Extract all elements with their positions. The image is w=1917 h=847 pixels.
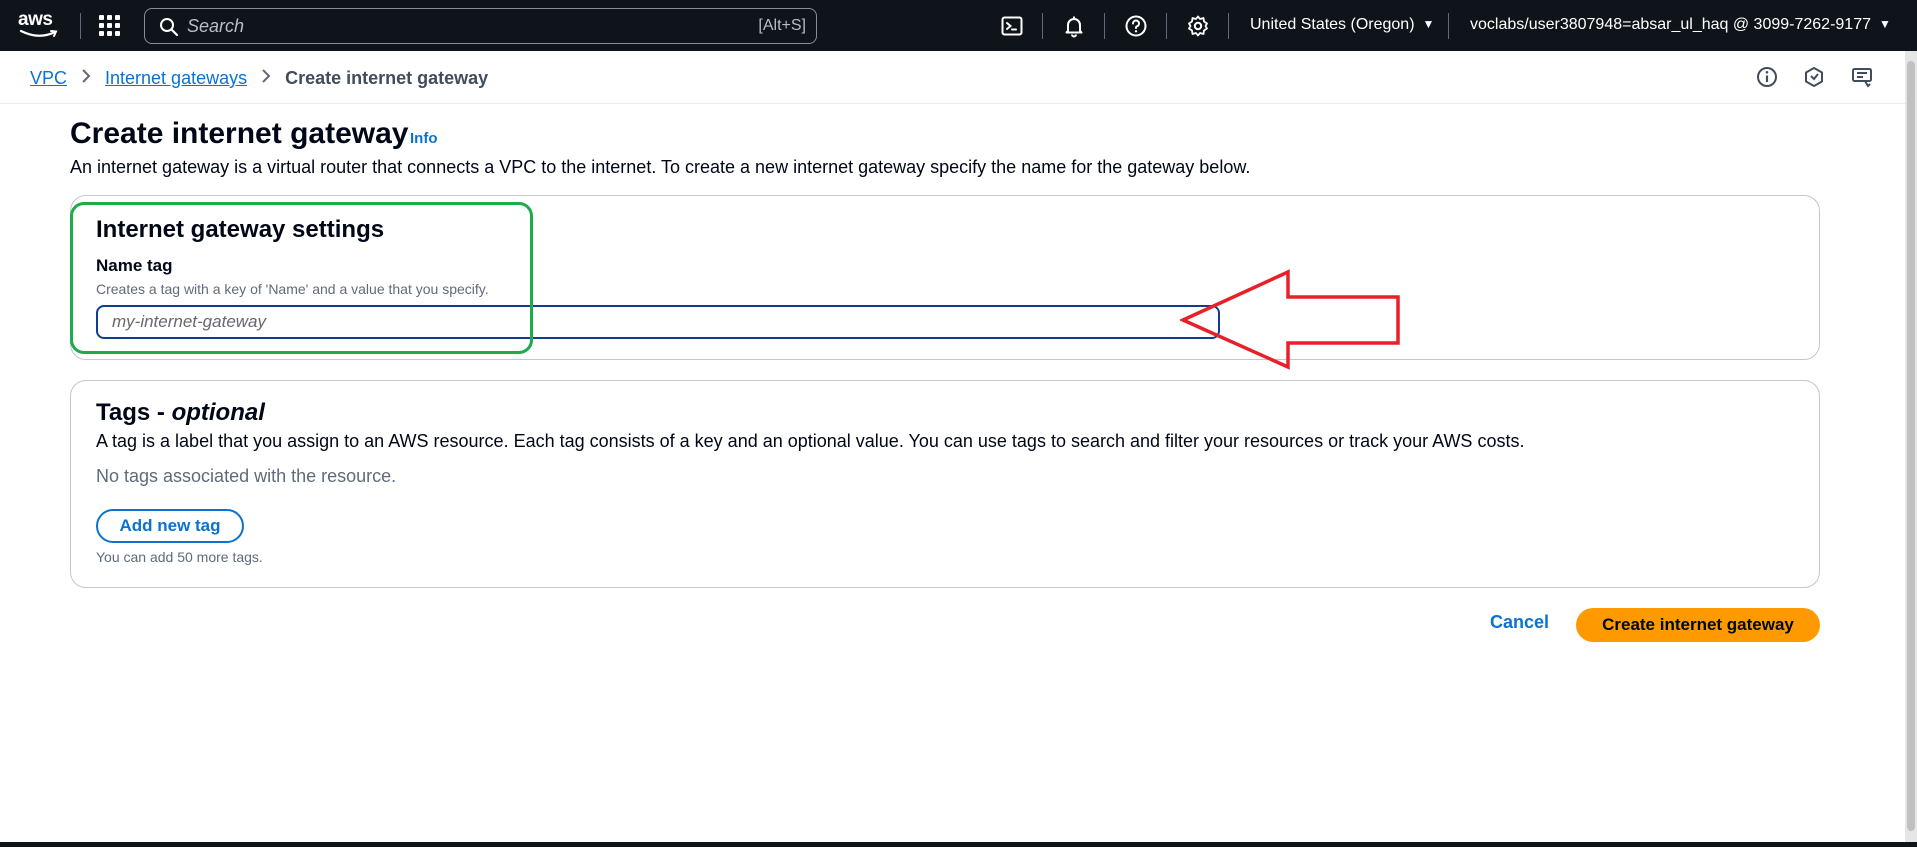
account-menu[interactable]: voclabs/user3807948=absar_ul_haq @ 3099-… [1470,16,1891,34]
breadcrumb-vpc[interactable]: VPC [30,68,67,89]
aws-smile-icon [19,29,58,37]
notifications-tool-icon[interactable] [1851,66,1873,88]
page-description: An internet gateway is a virtual router … [70,157,1251,177]
tags-description: A tag is a label that you assign to an A… [96,431,1525,451]
no-tags-text: No tags associated with the resource. [96,466,397,486]
caret-down-icon: ▼ [1422,17,1435,31]
nav-divider [1228,13,1229,39]
nav-divider [1448,13,1449,39]
add-new-tag-button[interactable]: Add new tag [96,509,244,543]
search-input[interactable] [187,15,707,37]
bell-icon[interactable] [1062,14,1086,38]
caret-down-icon: ▼ [1879,17,1891,31]
aws-logo[interactable]: aws [18,9,64,41]
info-icon[interactable] [1756,66,1778,88]
aws-logo-text: aws [18,9,53,30]
tags-panel: Tags - optional A tag is a label that yo… [70,380,1820,588]
search-icon [160,18,179,37]
breadcrumb-bar: VPC Internet gateways Create internet ga… [0,51,1905,104]
name-tag-input[interactable] [96,305,1220,339]
bottom-frame [0,842,1917,847]
breadcrumb: VPC Internet gateways Create internet ga… [30,68,488,89]
internet-gateway-settings-panel: Internet gateway settings Name tag Creat… [70,195,1820,360]
top-navigation: aws [Alt+S] [0,0,1917,51]
breadcrumb-internet-gateways[interactable]: Internet gateways [105,68,247,89]
chevron-right-icon [261,68,271,89]
search-shortcut: [Alt+S] [758,17,806,34]
cloudshell-icon[interactable] [1000,14,1024,38]
tags-heading-optional: optional [171,399,265,426]
nav-divider [80,13,81,39]
cancel-button[interactable]: Cancel [1490,612,1549,633]
breadcrumb-current: Create internet gateway [285,68,489,88]
page-title: Create internet gateway [70,117,409,150]
name-tag-label: Name tag [96,256,173,275]
scrollbar-thumb[interactable] [1907,61,1915,831]
search-box[interactable]: [Alt+S] [144,8,817,44]
nav-divider [1104,13,1105,39]
nav-divider [1166,13,1167,39]
region-label: United States (Oregon) [1250,16,1415,33]
apps-grid-icon[interactable] [99,15,121,37]
settings-heading: Internet gateway settings [96,216,385,243]
account-label: voclabs/user3807948=absar_ul_haq @ 3099-… [1470,16,1871,33]
help-icon[interactable] [1124,14,1148,38]
tags-heading-prefix: Tags - [96,399,172,426]
feedback-icon[interactable] [1803,66,1825,88]
info-link[interactable]: Info [410,130,438,147]
chevron-right-icon [81,68,91,89]
create-internet-gateway-button[interactable]: Create internet gateway [1576,608,1820,642]
name-tag-description: Creates a tag with a key of 'Name' and a… [96,281,489,297]
tags-heading: Tags - optional [96,399,265,427]
gear-icon[interactable] [1186,14,1210,38]
region-selector[interactable]: United States (Oregon) ▼ [1250,16,1434,34]
nav-divider [1042,13,1043,39]
tags-limit-text: You can add 50 more tags. [96,549,263,565]
page-scrollbar[interactable] [1905,51,1917,847]
